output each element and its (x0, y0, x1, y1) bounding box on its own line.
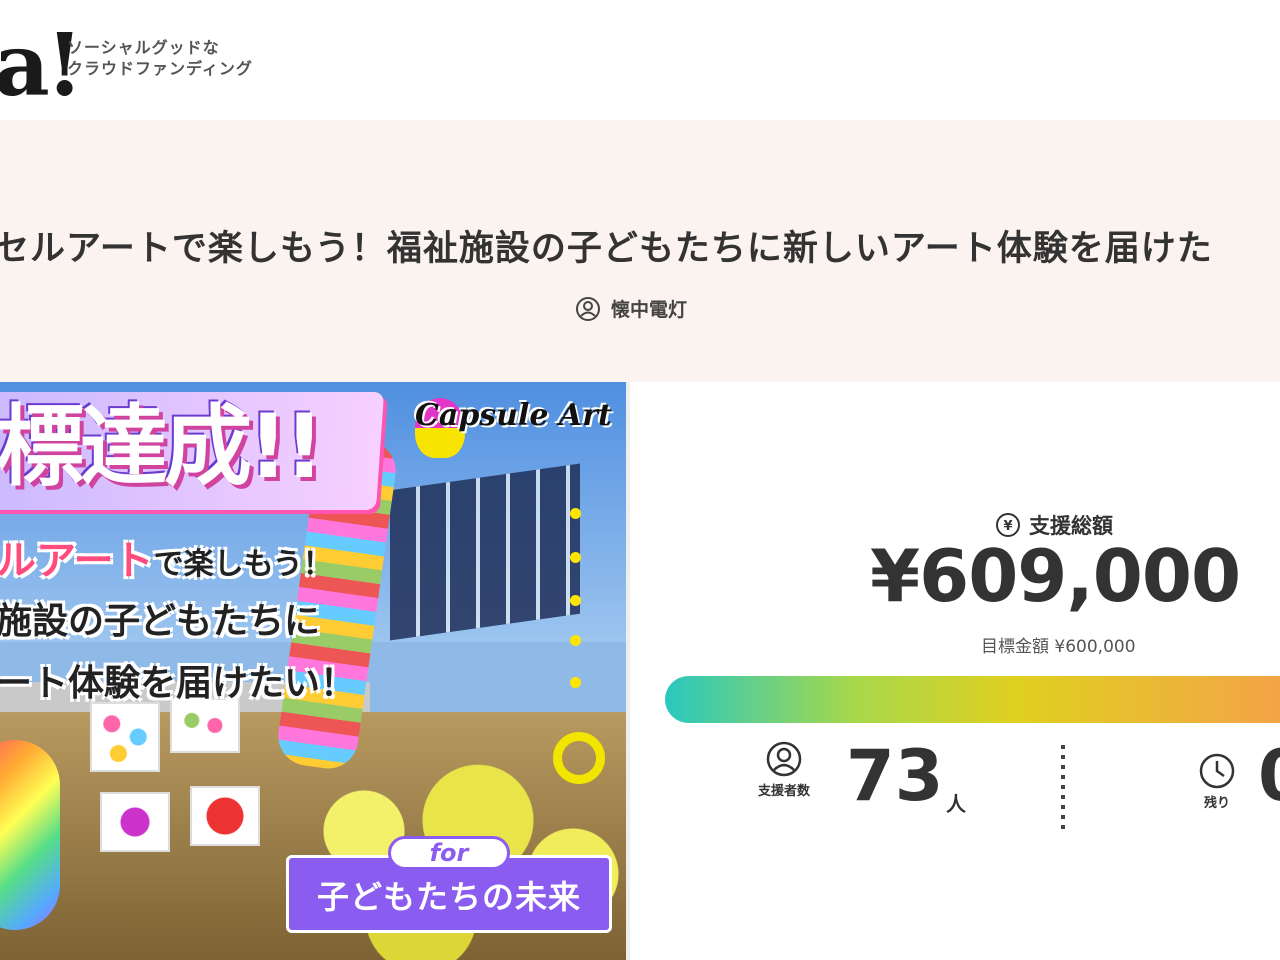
remaining-label: 残り (1203, 796, 1230, 811)
site-header: a! ソーシャルグッドな クラウドファンディング (0, 0, 1280, 120)
user-circle-icon (576, 296, 600, 321)
artwork-canvas (90, 702, 160, 772)
funding-progress-bar (665, 676, 1280, 723)
decor-dot (570, 552, 581, 563)
image-headline-3: ート体験を届けたい！ (0, 663, 357, 704)
funding-progress-fill (665, 676, 1280, 723)
amount-value: ¥609,000 (870, 534, 1241, 618)
column-divider (626, 382, 630, 960)
supporters-count: 73 (846, 735, 944, 817)
svg-text:¥: ¥ (1003, 519, 1012, 534)
decor-dot (570, 595, 581, 606)
decor-ring (553, 732, 605, 784)
image-headline-1: ルアートで楽しもう！ (0, 528, 333, 586)
for-badge-label: for (388, 836, 510, 870)
project-title: セルアートで楽しもう！福祉施設の子どもたちに新しいアート体験を届けた (0, 229, 1213, 269)
tagline-line-2: クラウドファンディング (67, 59, 253, 78)
decor-dot (570, 677, 581, 688)
target-amount: 目標金額 ¥600,000 (981, 637, 1136, 657)
artwork-canvas (170, 698, 240, 753)
decor-dot (570, 635, 581, 646)
decor-dot (570, 508, 581, 519)
supporters-stat: 支援者数 (758, 740, 810, 799)
site-tagline: ソーシャルグッドな クラウドファンディング (67, 37, 253, 79)
user-circle-icon (766, 741, 802, 777)
goal-banner-text: 標達成!! (0, 395, 324, 498)
image-headline-accent: ルアート (0, 538, 154, 584)
remaining-stat: 残り (1198, 752, 1236, 811)
brand-logo-text: Capsule Art (415, 398, 612, 433)
tagline-line-1: ソーシャルグッドな (67, 38, 220, 57)
artwork-canvas (100, 792, 170, 852)
owner-name: 懐中電灯 (611, 299, 688, 321)
project-owner[interactable]: 懐中電灯 (575, 295, 687, 322)
stat-divider (1061, 745, 1065, 830)
remaining-value: 0 (1258, 735, 1280, 817)
supporters-unit: 人 (946, 792, 966, 816)
image-headline-tail: で楽しもう！ (153, 547, 333, 582)
image-headline-2: 施設の子どもたちに (0, 601, 321, 642)
rainbow-artwork (0, 740, 60, 930)
clock-icon (1199, 753, 1235, 789)
supporters-label: 支援者数 (758, 784, 811, 799)
for-badge-text: 子どもたちの未来 (316, 878, 581, 916)
